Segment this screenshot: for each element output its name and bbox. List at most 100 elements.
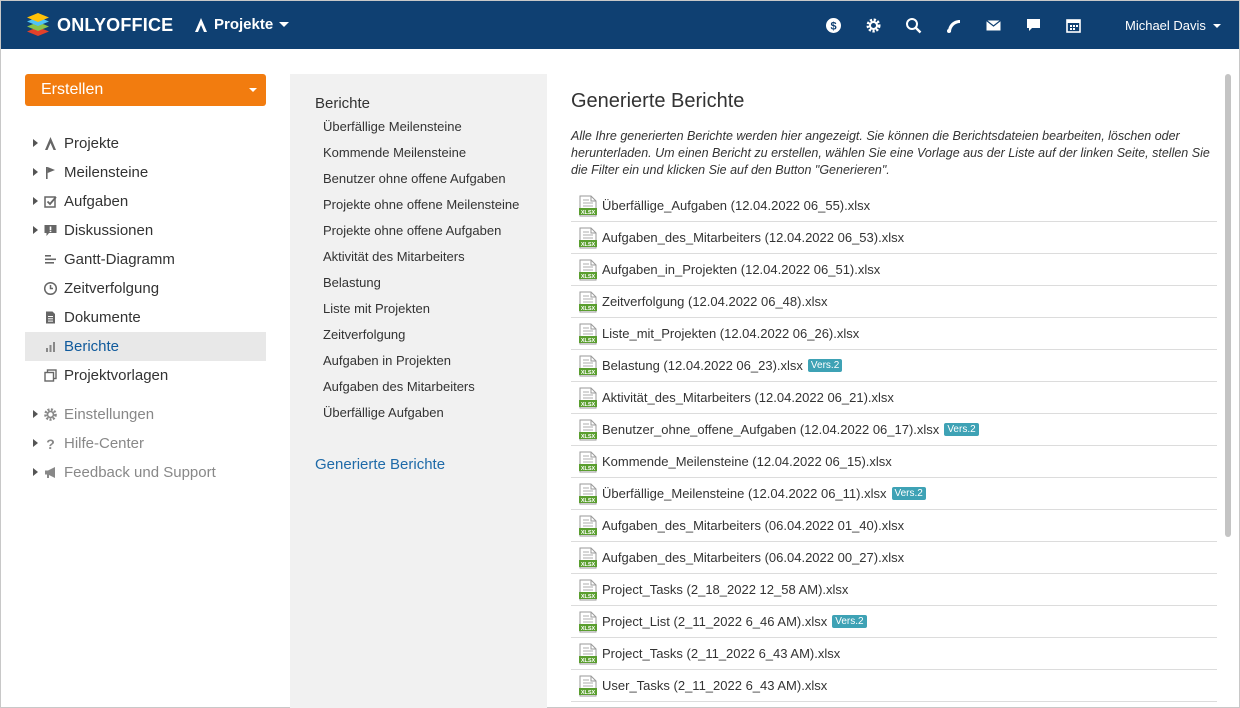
dollar-icon[interactable]: $ (823, 15, 843, 35)
sidebar-item-gantt-diagramm[interactable]: Gantt-Diagramm (25, 245, 266, 274)
report-file-row[interactable]: XLSX Aktivität_des_Mitarbeiters (12.04.20… (571, 382, 1217, 414)
xlsx-label: XLSX (581, 530, 596, 536)
sidebar-item-zeitverfolgung[interactable]: Zeitverfolgung (25, 274, 266, 303)
report-file-row[interactable]: XLSX Überfällige_Meilensteine (12.04.2022… (571, 478, 1217, 510)
xlsx-file-icon: XLSX (579, 323, 597, 344)
report-file-row[interactable]: XLSX Project_List (2_11_2022 6_46 AM).xls… (571, 606, 1217, 638)
xlsx-file-icon: XLSX (579, 483, 597, 504)
report-file-name[interactable]: Aufgaben_des_Mitarbeiters (12.04.2022 06… (602, 230, 904, 245)
logo-text: ONLYOFFICE (57, 14, 174, 35)
expand-arrow-icon[interactable] (33, 139, 38, 147)
xlsx-label: XLSX (581, 658, 596, 664)
expand-arrow-icon[interactable] (33, 226, 38, 234)
report-template-item[interactable]: Liste mit Projekten (323, 300, 519, 326)
report-template-item[interactable]: Kommende Meilensteine (323, 144, 519, 170)
xlsx-file-icon: XLSX (579, 419, 597, 440)
report-file-row[interactable]: XLSX Benutzer_ohne_offene_Aufgaben (12.04… (571, 414, 1217, 446)
module-switcher[interactable]: Projekte (194, 16, 290, 33)
xlsx-file-icon: XLSX (579, 195, 597, 216)
search-icon[interactable] (903, 15, 923, 35)
report-file-name[interactable]: Überfällige_Meilensteine (12.04.2022 06_… (602, 486, 887, 501)
report-file-name[interactable]: Project_List (2_11_2022 6_46 AM).xlsx (602, 614, 827, 629)
report-file-row[interactable]: XLSX Liste_mit_Projekten (12.04.2022 06_2… (571, 318, 1217, 350)
mail-icon[interactable] (983, 15, 1003, 35)
xlsx-label: XLSX (581, 466, 596, 472)
gear-icon[interactable] (863, 15, 883, 35)
sidebar-item-hilfe-center[interactable]: ? Hilfe-Center (25, 429, 266, 458)
xlsx-label: XLSX (581, 594, 596, 600)
xlsx-label: XLSX (581, 562, 596, 568)
report-file-name[interactable]: Überfällige_Aufgaben (12.04.2022 06_55).… (602, 198, 870, 213)
feed-icon[interactable] (943, 15, 963, 35)
report-file-name[interactable]: Belastung (12.04.2022 06_23).xlsx (602, 358, 803, 373)
expand-arrow-icon[interactable] (33, 168, 38, 176)
version-badge: Vers.2 (944, 423, 979, 436)
report-file-name[interactable]: Project_Tasks (2_18_2022 12_58 AM).xlsx (602, 582, 848, 597)
report-file-row[interactable]: XLSX Belastung (12.04.2022 06_23).xlsx Ver… (571, 350, 1217, 382)
sidebar-item-projekte[interactable]: Projekte (25, 129, 266, 158)
report-template-item[interactable]: Projekte ohne offene Meilensteine (323, 196, 519, 222)
expand-arrow-icon[interactable] (33, 468, 38, 476)
report-template-item[interactable]: Projekte ohne offene Aufgaben (323, 222, 519, 248)
report-template-item[interactable]: Aktivität des Mitarbeiters (323, 248, 519, 274)
report-file-name[interactable]: User_Tasks (2_11_2022 6_43 AM).xlsx (602, 678, 827, 693)
expand-arrow-icon[interactable] (33, 410, 38, 418)
report-file-row[interactable]: XLSX Aufgaben_des_Mitarbeiters (12.04.202… (571, 222, 1217, 254)
xlsx-label: XLSX (581, 402, 596, 408)
report-file-name[interactable]: Aufgaben_in_Projekten (12.04.2022 06_51)… (602, 262, 880, 277)
sidebar-nav: Projekte Meilensteine Aufgaben Diskussio… (25, 129, 266, 487)
report-file-name[interactable]: Project_Tasks (2_11_2022 6_43 AM).xlsx (602, 646, 840, 661)
report-file-name[interactable]: Zeitverfolgung (12.04.2022 06_48).xlsx (602, 294, 827, 309)
report-file-row[interactable]: XLSX Zeitverfolgung (12.04.2022 06_48).xl… (571, 286, 1217, 318)
report-template-item[interactable]: Aufgaben in Projekten (323, 352, 519, 378)
chevron-down-icon (279, 22, 290, 27)
report-file-name[interactable]: Aufgaben_des_Mitarbeiters (06.04.2022 01… (602, 518, 904, 533)
sidebar-item-meilensteine[interactable]: Meilensteine (25, 158, 266, 187)
sidebar-item-feedback-und-support[interactable]: Feedback und Support (25, 458, 266, 487)
sidebar-item-berichte[interactable]: Berichte (25, 332, 266, 361)
sidebar-item-aufgaben[interactable]: Aufgaben (25, 187, 266, 216)
user-menu[interactable]: Michael Davis (1125, 18, 1221, 33)
report-file-row[interactable]: XLSX Aufgaben_des_Mitarbeiters (06.04.202… (571, 510, 1217, 542)
report-file-row[interactable]: XLSX Project_Tasks (2_18_2022 12_58 AM).x… (571, 574, 1217, 606)
page-title: Generierte Berichte (571, 90, 745, 112)
sidebar-item-diskussionen[interactable]: Diskussionen (25, 216, 266, 245)
xlsx-label: XLSX (581, 626, 596, 632)
report-file-name[interactable]: Kommende_Meilensteine (12.04.2022 06_15)… (602, 454, 892, 469)
report-file-row[interactable]: XLSX Kommende_Meilensteine (12.04.2022 06… (571, 446, 1217, 478)
scrollbar[interactable] (1225, 74, 1231, 537)
report-file-name[interactable]: Benutzer_ohne_offene_Aufgaben (12.04.202… (602, 422, 939, 437)
onlyoffice-logo[interactable]: ONLYOFFICE (25, 12, 173, 38)
report-template-item[interactable]: Belastung (323, 274, 519, 300)
sidebar-item-dokumente[interactable]: Dokumente (25, 303, 266, 332)
calendar-icon[interactable] (1063, 15, 1083, 35)
xlsx-label: XLSX (581, 274, 596, 280)
report-file-row[interactable]: XLSX Aufgaben_des_Mitarbeiters (06.04.202… (571, 542, 1217, 574)
report-template-list: Überfällige Meilensteine Kommende Meilen… (323, 118, 519, 430)
template-icon (44, 369, 57, 382)
sidebar-item-projektvorlagen[interactable]: Projektvorlagen (25, 361, 266, 390)
report-file-name[interactable]: Liste_mit_Projekten (12.04.2022 06_26).x… (602, 326, 859, 341)
report-template-item[interactable]: Benutzer ohne offene Aufgaben (323, 170, 519, 196)
xlsx-label: XLSX (581, 210, 596, 216)
report-file-row[interactable]: XLSX User_Tasks (2_11_2022 6_43 AM).xlsx (571, 670, 1217, 702)
generated-reports-link[interactable]: Generierte Berichte (315, 456, 445, 473)
report-file-name[interactable]: Aufgaben_des_Mitarbeiters (06.04.2022 00… (602, 550, 904, 565)
report-template-item[interactable]: Zeitverfolgung (323, 326, 519, 352)
gantt-icon (45, 255, 56, 264)
xlsx-file-icon: XLSX (579, 547, 597, 568)
create-button[interactable]: Erstellen (25, 74, 266, 106)
expand-arrow-icon[interactable] (33, 439, 38, 447)
report-file-row[interactable]: XLSX Überfällige_Aufgaben (12.04.2022 06_… (571, 190, 1217, 222)
chat-icon[interactable] (1023, 15, 1043, 35)
report-template-item[interactable]: Überfällige Aufgaben (323, 404, 519, 430)
report-file-name[interactable]: Aktivität_des_Mitarbeiters (12.04.2022 0… (602, 390, 894, 405)
discussion-icon (44, 225, 57, 236)
sidebar-item-einstellungen[interactable]: Einstellungen (25, 400, 266, 429)
report-file-row[interactable]: XLSX Aufgaben_in_Projekten (12.04.2022 06… (571, 254, 1217, 286)
report-template-item[interactable]: Überfällige Meilensteine (323, 118, 519, 144)
report-file-row[interactable]: XLSX Project_Tasks (2_11_2022 6_43 AM).xl… (571, 638, 1217, 670)
expand-arrow-icon[interactable] (33, 197, 38, 205)
report-template-item[interactable]: Aufgaben des Mitarbeiters (323, 378, 519, 404)
clock-icon (43, 281, 58, 296)
